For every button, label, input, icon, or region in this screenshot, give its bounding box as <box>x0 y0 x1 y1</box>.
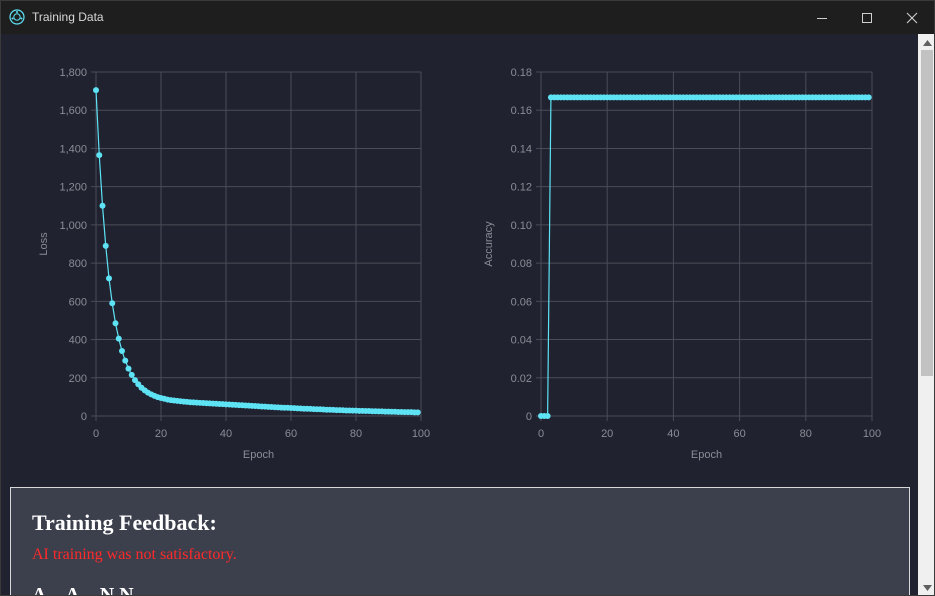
window-title: Training Data <box>32 10 104 24</box>
y-tick-label: 1,600 <box>59 105 87 117</box>
data-point <box>865 94 872 101</box>
y-tick-label: 1,800 <box>59 67 87 79</box>
y-tick-label: 0.14 <box>511 143 532 155</box>
y-tick-label: 0.04 <box>511 335 532 347</box>
y-tick-label: 200 <box>69 373 87 385</box>
training-feedback-panel: Training Feedback: AI training was not s… <box>10 487 910 596</box>
chevron-up-icon <box>922 40 932 46</box>
x-tick-label: 80 <box>350 428 362 440</box>
y-tick-label: 1,200 <box>59 182 87 194</box>
data-point <box>122 357 129 364</box>
y-tick-label: 400 <box>69 335 87 347</box>
x-tick-label: 40 <box>220 428 232 440</box>
data-point <box>119 348 125 355</box>
y-tick-label: 1,000 <box>59 220 87 232</box>
data-point <box>93 87 99 94</box>
y-tick-label: 0.02 <box>511 373 532 385</box>
training-data-window: Training Data 0 200 400 600 800 1,000 1,200 1,4… <box>0 0 935 596</box>
feedback-cutoff-line: A... A... N N <box>32 584 134 596</box>
series-line <box>95 90 418 413</box>
data-point <box>109 300 116 307</box>
y-tick-label: 800 <box>69 258 87 270</box>
maximize-icon <box>861 12 872 23</box>
y-tick-label: 0.18 <box>511 67 532 79</box>
vertical-scrollbar[interactable] <box>918 34 934 595</box>
y-axis-label: Loss <box>38 232 50 256</box>
x-tick-label: 80 <box>800 428 812 440</box>
data-point <box>125 365 132 372</box>
chevron-down-icon <box>922 585 932 591</box>
x-tick-label: 0 <box>538 428 544 440</box>
data-point <box>112 320 119 327</box>
content-area: 0 200 400 600 800 1,000 1,200 1,400 1,600 1,800 0 2… <box>1 34 918 596</box>
loss-chart: 0 200 400 600 800 1,000 1,200 1,400 1,600 1,800 0 2… <box>38 67 430 461</box>
y-tick-label: 0.08 <box>511 258 532 270</box>
x-tick-label: 60 <box>285 428 297 440</box>
data-point <box>102 242 109 249</box>
data-point <box>115 335 122 342</box>
scroll-up-button[interactable] <box>918 36 934 50</box>
y-tick-label: 600 <box>69 296 87 308</box>
close-button[interactable] <box>889 1 934 34</box>
data-point <box>414 409 421 416</box>
y-tick-label: 0.12 <box>511 182 532 194</box>
y-axis-label: Accuracy <box>483 221 495 267</box>
feedback-message: AI training was not satisfactory. <box>32 546 237 563</box>
y-tick-label: 1,400 <box>59 143 87 155</box>
title-bar[interactable]: Training Data <box>1 1 934 34</box>
x-tick-label: 100 <box>863 428 881 440</box>
y-tick-label: 0.06 <box>511 296 532 308</box>
series-line <box>541 96 869 417</box>
app-logo-icon <box>9 9 25 25</box>
scrollbar-thumb[interactable] <box>921 50 933 376</box>
scroll-down-button[interactable] <box>918 581 934 595</box>
y-tick-label: 0 <box>81 411 87 423</box>
data-point <box>99 202 106 209</box>
minimize-button[interactable] <box>799 1 844 34</box>
accuracy-chart: 0 0.02 0.04 0.06 0.08 0.10 0.12 0.14 0.16 0.18 0 20… <box>483 67 881 461</box>
maximize-button[interactable] <box>844 1 889 34</box>
x-tick-label: 20 <box>155 428 167 440</box>
x-tick-label: 0 <box>93 428 99 440</box>
close-icon <box>906 12 917 23</box>
data-point <box>106 275 112 282</box>
x-tick-label: 40 <box>667 428 679 440</box>
y-tick-label: 0.10 <box>511 220 532 232</box>
y-tick-label: 0 <box>526 411 532 423</box>
x-tick-label: 20 <box>601 428 613 440</box>
y-tick-label: 0.16 <box>511 105 532 117</box>
data-point <box>544 413 551 419</box>
data-point <box>128 371 135 378</box>
data-point <box>96 152 103 159</box>
x-tick-label: 60 <box>733 428 745 440</box>
feedback-title: Training Feedback: <box>32 510 217 535</box>
minimize-icon <box>816 17 827 19</box>
x-axis-label: Epoch <box>243 449 274 461</box>
x-tick-label: 100 <box>412 428 430 440</box>
x-axis-label: Epoch <box>691 449 722 461</box>
